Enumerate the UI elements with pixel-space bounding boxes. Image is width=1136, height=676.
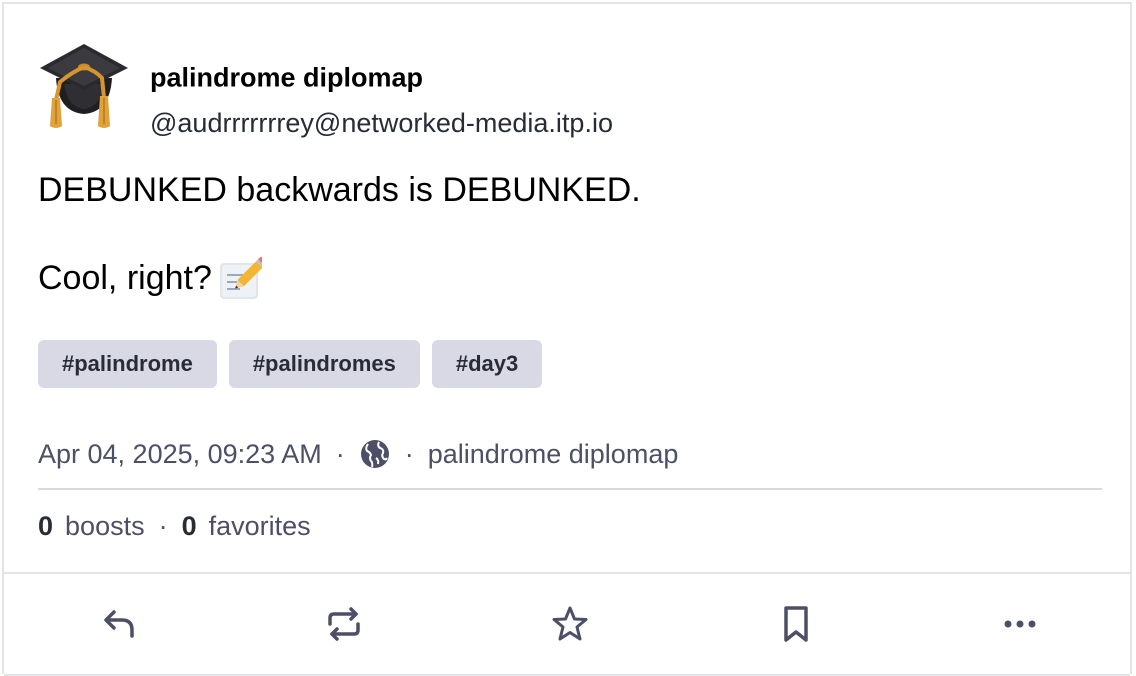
boosts-link[interactable]: 0 boosts [38, 511, 145, 542]
hashtag-bar: #palindrome #palindromes #day3 [38, 340, 543, 388]
post-text: DEBUNKED backwards is DEBUNKED. [38, 171, 641, 209]
display-name[interactable]: palindrome diplomap [150, 63, 423, 94]
action-bar [4, 572, 1130, 676]
post-timestamp[interactable]: Apr 04, 2025, 09:23 AM [38, 439, 322, 470]
post-meta: Apr 04, 2025, 09:23 AM · · palindrome di… [38, 434, 678, 474]
globe-icon [360, 440, 389, 468]
bookmark-button[interactable] [772, 600, 820, 648]
divider [38, 488, 1102, 490]
graduation-cap-icon [40, 44, 128, 128]
post-text: Cool, right? [38, 259, 212, 297]
post-text-line: DEBUNKED backwards is DEBUNKED. [38, 168, 641, 212]
more-button[interactable] [996, 600, 1044, 648]
boosts-label: boosts [65, 510, 145, 541]
post-stats: 0 boosts · 0 favorites [38, 506, 311, 546]
star-icon [552, 606, 588, 641]
post-card: palindrome diplomap @audrrrrrrrey@networ… [2, 2, 1132, 676]
boosts-count: 0 [38, 510, 54, 541]
avatar[interactable] [38, 38, 130, 130]
account-handle[interactable]: @audrrrrrrrey@networked-media.itp.io [150, 108, 613, 139]
hashtag-palindrome[interactable]: #palindrome [38, 340, 217, 388]
separator: · [335, 438, 345, 469]
more-dots-icon [1004, 620, 1036, 628]
separator: · [158, 510, 168, 541]
post-content: DEBUNKED backwards is DEBUNKED. Cool, ri… [38, 168, 641, 301]
hashtag-day3[interactable]: #day3 [431, 340, 543, 388]
favorites-label: favorites [208, 510, 311, 541]
separator: · [404, 438, 414, 469]
hashtag-palindromes[interactable]: #palindromes [228, 340, 420, 388]
boost-button[interactable] [320, 600, 368, 648]
post-text-line: Cool, right? [38, 256, 641, 301]
favorites-link[interactable]: 0 favorites [182, 511, 311, 542]
reply-icon [104, 610, 134, 638]
reply-button[interactable] [96, 600, 144, 648]
memo-pencil-icon [219, 257, 262, 299]
post-application[interactable]: palindrome diplomap [428, 439, 679, 470]
bookmark-icon [784, 606, 808, 642]
favorite-button[interactable] [546, 600, 594, 648]
repeat-icon [328, 607, 360, 641]
favorites-count: 0 [181, 510, 197, 541]
